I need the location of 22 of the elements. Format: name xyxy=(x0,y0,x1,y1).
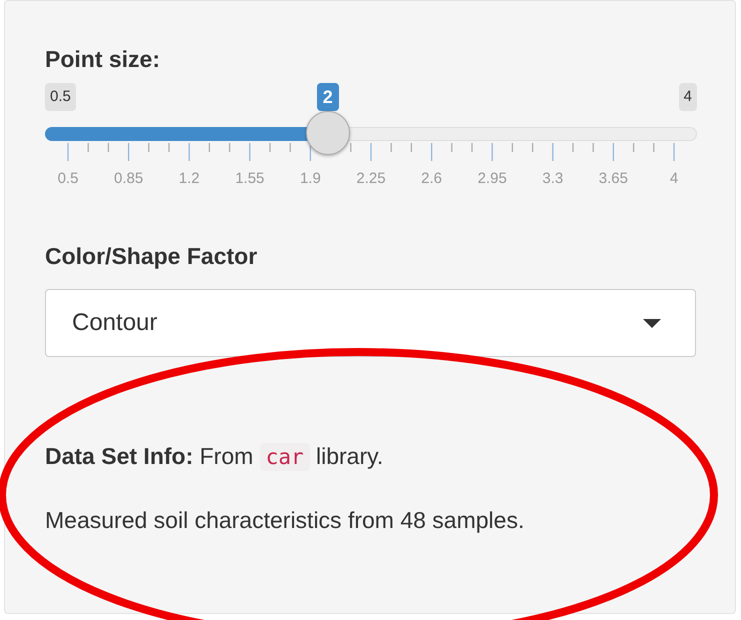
info-text: Measured soil characteristics from 48 samples. xyxy=(45,506,526,534)
tick-label: 2.6 xyxy=(421,169,442,189)
slider-handle[interactable] xyxy=(306,111,350,155)
tick-label: 1.9 xyxy=(300,169,321,189)
tick-label: 3.65 xyxy=(598,169,628,189)
tick-label: 4 xyxy=(670,169,678,189)
slider-label: Point size: xyxy=(45,45,162,74)
max-value-badge: 4 xyxy=(678,83,697,111)
tick-label: 2.25 xyxy=(356,169,386,189)
tick-label: 2.95 xyxy=(478,169,507,189)
tick-label: 1.55 xyxy=(235,169,264,189)
tick-label: 3.3 xyxy=(542,169,564,189)
tick-label: 0.5 xyxy=(58,169,78,189)
factor-dropdown[interactable]: Contour xyxy=(45,289,696,357)
slider-track[interactable] xyxy=(45,127,697,141)
info-sentence: Data Set Info: From car library. xyxy=(45,442,384,471)
tick-label: 1.2 xyxy=(178,169,200,189)
tick-label: 0.85 xyxy=(114,169,144,189)
caret-icon xyxy=(643,318,661,328)
select-label: Color/Shape Factor xyxy=(45,242,258,271)
current-value-badge: 2 xyxy=(316,83,339,111)
min-value-badge: 0.5 xyxy=(45,83,76,111)
